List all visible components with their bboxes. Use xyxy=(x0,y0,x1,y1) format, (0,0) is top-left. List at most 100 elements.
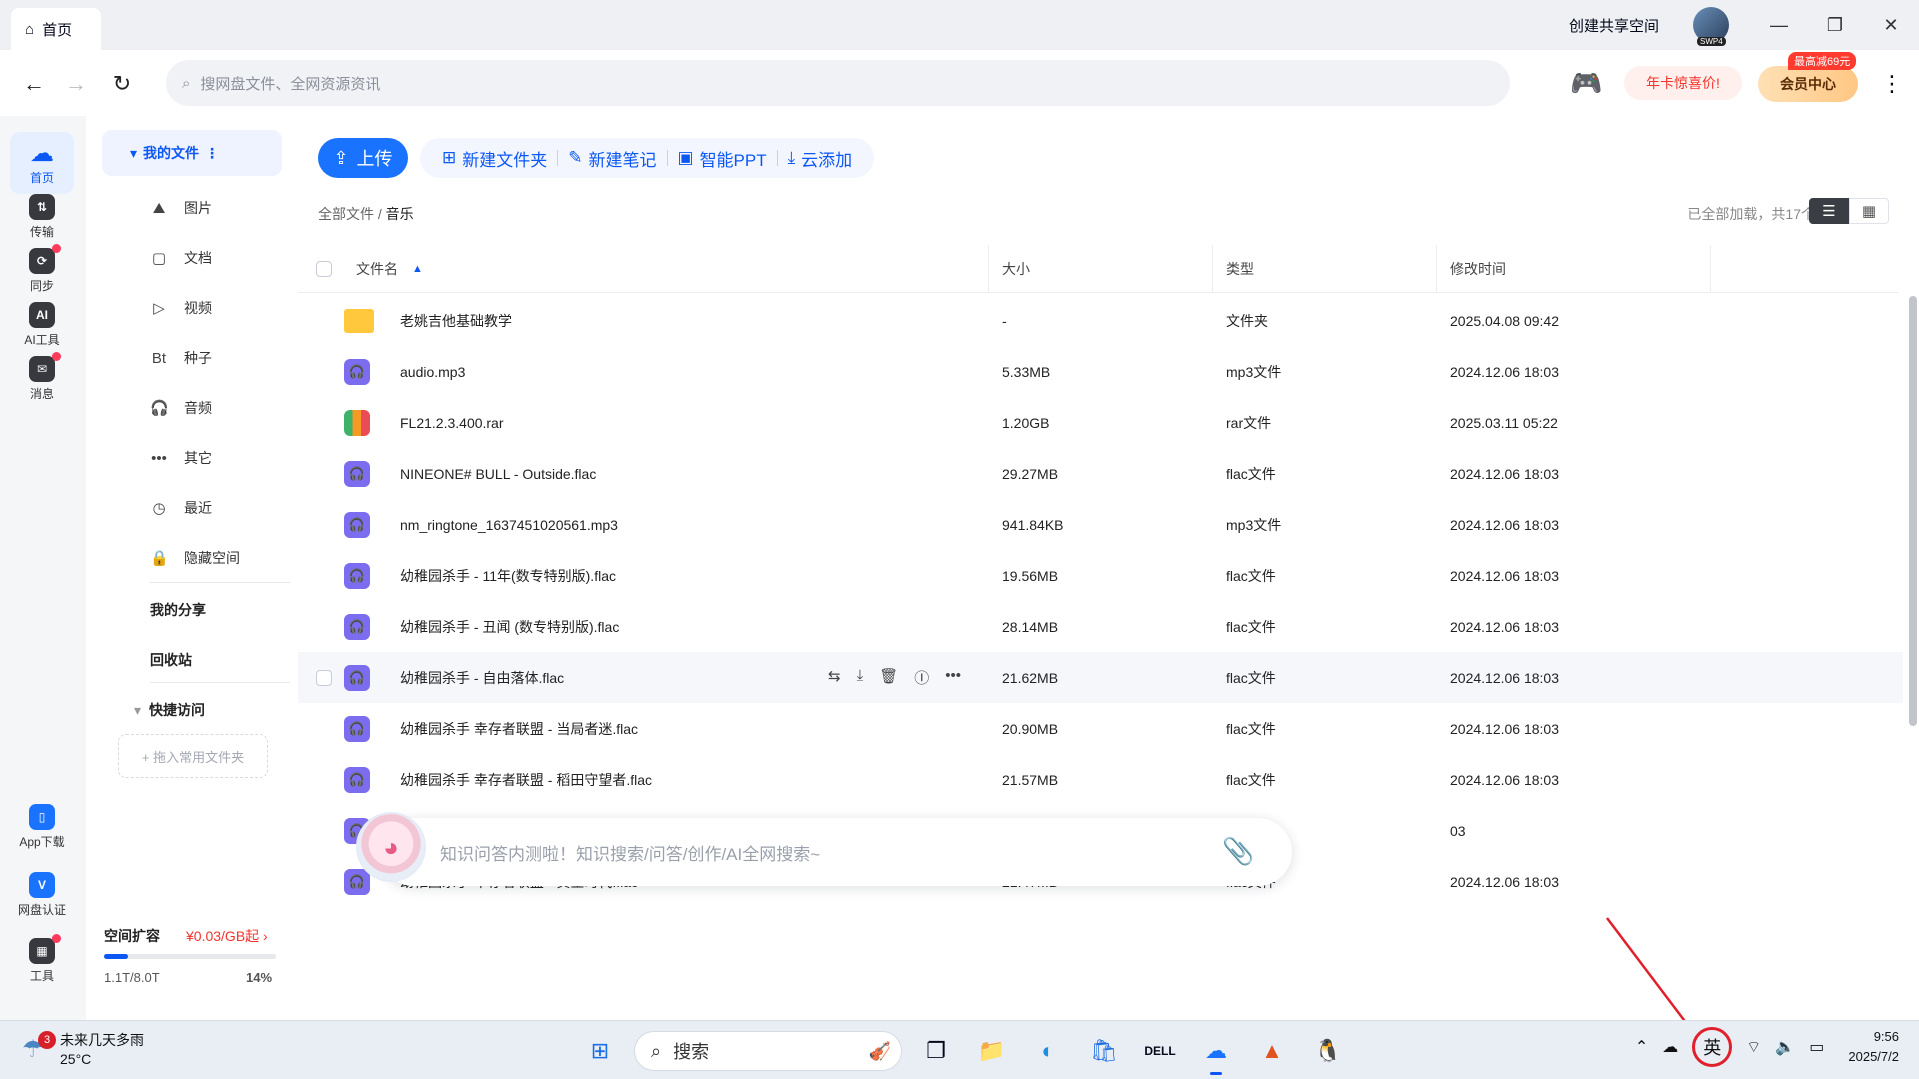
table-row[interactable]: 🎧 幼稚园杀手 - 丑闻 (数专特别版).flac 28.14MB flac文件 202… xyxy=(298,601,1903,652)
sidebar-item-documents[interactable]: ▢ 文档 xyxy=(150,242,290,274)
column-divider[interactable] xyxy=(1710,245,1711,293)
download-icon[interactable]: ⤓ xyxy=(857,667,864,688)
qq-icon[interactable]: 🐧 xyxy=(1306,1029,1350,1073)
column-divider[interactable] xyxy=(1212,245,1213,293)
checkbox[interactable] xyxy=(316,261,332,277)
select-all-checkbox[interactable] xyxy=(316,245,332,293)
sidebar-item-images[interactable]: ⛰ 图片 xyxy=(150,192,290,224)
restore-button[interactable]: ❐ xyxy=(1807,0,1863,50)
file-name[interactable]: 幼稚园杀手 - 11年(数专特别版).flac xyxy=(400,550,616,601)
file-name[interactable]: 幼稚园杀手 - 丑闻 (数专特别版).flac xyxy=(400,601,619,652)
ai-prompt-input[interactable]: 知识问答内测啦！知识搜索/问答/创作/AI全网搜索~ xyxy=(380,818,1292,886)
kebab-icon[interactable]: ⋮ xyxy=(205,145,219,162)
create-share-space-link[interactable]: 创建共享空间 xyxy=(1569,15,1659,36)
vip-center-button[interactable]: 会员中心 xyxy=(1758,66,1858,102)
rail-item-transfer[interactable]: ⇅ 传输 xyxy=(10,186,74,248)
baidu-netdisk-icon[interactable]: ☁ xyxy=(1194,1029,1238,1075)
file-name[interactable]: 幼稚园杀手 - 自由落体.flac xyxy=(400,652,564,703)
sidebar-item-other[interactable]: ••• 其它 xyxy=(150,442,290,474)
battery-icon[interactable]: ▭ xyxy=(1809,1037,1824,1057)
grid-view-icon[interactable]: ▦ xyxy=(1849,198,1889,224)
quick-access-header[interactable]: ▾ 快捷访问 xyxy=(134,700,205,720)
breadcrumb-root[interactable]: 全部文件 xyxy=(318,206,374,222)
tab-home[interactable]: ⌂ 首页 xyxy=(11,8,101,50)
close-button[interactable]: ✕ xyxy=(1863,0,1919,50)
wifi-icon[interactable]: ⌔ xyxy=(1746,1037,1761,1057)
rail-item-home[interactable]: ☁ 首页 xyxy=(10,132,74,194)
column-divider[interactable] xyxy=(988,245,989,293)
paperclip-icon[interactable]: 📎 xyxy=(1222,836,1254,867)
file-name[interactable]: 老姚吉他基础教学 xyxy=(400,295,512,346)
header-modified[interactable]: 修改时间 xyxy=(1450,245,1506,293)
matlab-icon[interactable]: ▲ xyxy=(1250,1029,1294,1073)
table-row[interactable]: 🎧 audio.mp3 5.33MB mp3文件 2024.12.06 18:03 xyxy=(298,346,1903,397)
gamepad-icon[interactable]: 🎮 xyxy=(1570,68,1602,99)
file-explorer-icon[interactable]: 📁 xyxy=(970,1029,1014,1073)
file-name[interactable]: 幼稚园杀手 幸存者联盟 - 当局者迷.flac xyxy=(400,703,638,754)
rail-item-sync[interactable]: ⟳ 同步 xyxy=(10,240,74,302)
table-row[interactable]: 老姚吉他基础教学 - 文件夹 2025.04.08 09:42 xyxy=(298,295,1903,346)
promo-button[interactable]: 年卡惊喜价! xyxy=(1624,66,1742,100)
table-row[interactable]: 🎧 幼稚园杀手 - 自由落体.flac ⇆ ⤓ 🗑 Ⓘ ••• 21.62MB flac文件 20… xyxy=(298,652,1903,703)
rail-item-app-download[interactable]: ▯ App下载 xyxy=(10,804,74,850)
chevron-up-icon[interactable]: ⌃ xyxy=(1635,1037,1648,1057)
taskbar-search[interactable]: ⌕ 搜索 🎻 xyxy=(634,1031,902,1071)
list-view-icon[interactable]: ☰ xyxy=(1809,198,1849,224)
store-icon[interactable]: 🛍 xyxy=(1082,1029,1126,1073)
storage-price-link[interactable]: ¥0.03/GB起 › xyxy=(186,926,268,946)
search-input[interactable]: ⌕ 搜网盘文件、全网资源资讯 xyxy=(166,60,1510,106)
avatar[interactable]: SWP4 xyxy=(1693,7,1729,46)
file-name[interactable]: 幼稚园杀手 幸存者联盟 - 稻田守望者.flac xyxy=(400,754,652,805)
rail-item-tools[interactable]: ▦ 工具 xyxy=(10,934,74,984)
file-name[interactable]: nm_ringtone_1637451020561.mp3 xyxy=(400,499,618,550)
more-icon[interactable]: ••• xyxy=(945,667,961,688)
more-menu-button[interactable]: ⋮ xyxy=(1874,66,1910,102)
forward-button[interactable]: → xyxy=(58,66,94,102)
new-folder-button[interactable]: ⊞ 新建文件夹 xyxy=(432,146,557,171)
header-type[interactable]: 类型 xyxy=(1226,245,1254,293)
row-checkbox[interactable] xyxy=(316,652,332,703)
input-method-indicator[interactable]: 英 xyxy=(1692,1027,1733,1067)
task-view-icon[interactable]: ❐ xyxy=(914,1029,958,1073)
refresh-button[interactable]: ↻ xyxy=(104,66,140,102)
sidebar-item-torrents[interactable]: Bt 种子 xyxy=(150,342,290,374)
table-row[interactable]: 🎧 幼稚园杀手 幸存者联盟 - 稻田守望者.flac 21.57MB flac文件 20… xyxy=(298,754,1903,805)
sidebar-item-recent[interactable]: ◷ 最近 xyxy=(150,492,290,524)
back-button[interactable]: ← xyxy=(16,66,52,102)
sidebar-item-hidden-space[interactable]: 🔒 隐藏空间 xyxy=(150,542,290,574)
upload-button[interactable]: ⇪ 上传 xyxy=(318,138,408,178)
volume-icon[interactable]: 🔈 xyxy=(1775,1037,1795,1057)
share-icon[interactable]: ⇆ xyxy=(828,667,841,688)
rail-item-messages[interactable]: ✉ 消息 xyxy=(10,348,74,410)
ai-mascot-icon[interactable]: ◕ xyxy=(356,812,426,882)
file-name[interactable]: NINEONE# BULL - Outside.flac xyxy=(400,448,596,499)
quick-access-dropzone[interactable]: + 拖入常用文件夹 xyxy=(118,734,268,778)
table-row[interactable]: 🎧 幼稚园杀手 幸存者联盟 - 当局者迷.flac 20.90MB flac文件 202… xyxy=(298,703,1903,754)
rail-item-ai-tools[interactable]: AI AI工具 xyxy=(10,294,74,356)
sidebar-item-my-share[interactable]: 我的分享 xyxy=(150,600,206,620)
minimize-button[interactable]: — xyxy=(1751,0,1807,50)
edge-browser-icon[interactable]: ◐ xyxy=(1026,1029,1070,1073)
dell-icon[interactable]: DELL xyxy=(1138,1029,1182,1073)
sidebar-item-videos[interactable]: ▷ 视频 xyxy=(150,292,290,324)
table-row[interactable]: 🎧 NINEONE# BULL - Outside.flac 29.27MB flac… xyxy=(298,448,1903,499)
rail-item-verify[interactable]: V 网盘认证 xyxy=(10,872,74,918)
smart-ppt-button[interactable]: ▣ 智能PPT xyxy=(668,146,777,171)
rename-icon[interactable]: Ⓘ xyxy=(914,667,929,688)
file-name[interactable]: FL21.2.3.400.rar xyxy=(400,397,504,448)
clock[interactable]: 9:56 2025/7/2 xyxy=(1848,1027,1899,1067)
header-name[interactable]: 文件名 ▲ xyxy=(356,245,423,293)
sidebar-item-audio[interactable]: 🎧 音频 xyxy=(150,392,290,424)
header-size[interactable]: 大小 xyxy=(1002,245,1030,293)
column-divider[interactable] xyxy=(1436,245,1437,293)
table-row[interactable]: 🎧 幼稚园杀手 - 11年(数专特别版).flac 19.56MB flac文件 202… xyxy=(298,550,1903,601)
table-row[interactable]: FL21.2.3.400.rar 1.20GB rar文件 2025.03.11 05… xyxy=(298,397,1903,448)
file-name[interactable]: audio.mp3 xyxy=(400,346,465,397)
windows-start-icon[interactable]: ⊞ xyxy=(578,1029,622,1073)
my-files-item[interactable]: ▾ 我的文件 ⋮ xyxy=(102,130,282,176)
checkbox[interactable] xyxy=(316,669,332,686)
table-row[interactable]: 🎧 nm_ringtone_1637451020561.mp3 941.84KB mp… xyxy=(298,499,1903,550)
onedrive-icon[interactable]: ☁ xyxy=(1662,1037,1678,1057)
trash-icon[interactable]: 🗑 xyxy=(879,667,898,688)
sidebar-item-recycle-bin[interactable]: 回收站 xyxy=(150,650,192,670)
